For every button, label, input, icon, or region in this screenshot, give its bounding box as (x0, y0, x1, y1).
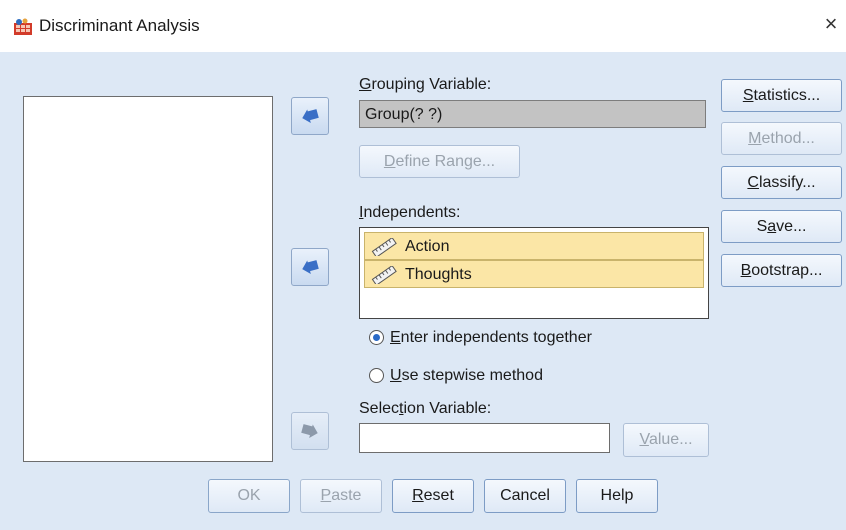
selection-variable-field[interactable] (359, 423, 610, 453)
window-title: Discriminant Analysis (39, 16, 200, 35)
grouping-variable-field[interactable]: Group(? ?) (359, 100, 706, 128)
define-range-button[interactable]: Define Range... (359, 145, 520, 178)
move-to-selection-button[interactable] (291, 412, 329, 450)
list-item-action[interactable]: Action (364, 232, 704, 260)
stepwise-radio[interactable] (369, 368, 384, 383)
source-variable-list[interactable] (23, 96, 273, 462)
statistics-button[interactable]: Statistics... (721, 79, 842, 112)
stepwise-label[interactable]: Use stepwise method (390, 366, 543, 386)
list-item-thoughts[interactable]: Thoughts (364, 260, 704, 288)
cancel-button[interactable]: Cancel (484, 479, 566, 513)
spss-app-icon (14, 18, 32, 35)
selection-variable-label: Selection Variable: (359, 400, 492, 417)
reset-button[interactable]: Reset (392, 479, 474, 513)
value-button[interactable]: Value... (623, 423, 709, 457)
arrow-left-icon (302, 260, 319, 274)
help-button[interactable]: Help (576, 479, 658, 513)
arrow-right-icon (301, 424, 318, 438)
bootstrap-button[interactable]: Bootstrap... (721, 254, 842, 287)
enter-together-label[interactable]: Enter independents together (390, 328, 592, 348)
move-to-independents-button[interactable] (291, 248, 329, 286)
enter-together-radio[interactable] (369, 330, 384, 345)
scale-ruler-icon (371, 266, 397, 284)
classify-button[interactable]: Classify... (721, 166, 842, 199)
arrow-left-icon (302, 109, 319, 123)
method-button[interactable]: Method... (721, 122, 842, 155)
independents-label: Independents: (359, 204, 461, 221)
independents-list[interactable]: Action Thoughts (359, 227, 709, 319)
grouping-variable-value: Group(? ?) (365, 106, 443, 123)
close-icon[interactable]: × (820, 13, 842, 35)
dialog-body: Grouping Variable: Group(? ?) Define Ran… (0, 52, 846, 530)
save-button[interactable]: Save... (721, 210, 842, 243)
grouping-variable-label: Grouping Variable: (359, 76, 492, 93)
title-bar: Discriminant Analysis × (0, 0, 846, 52)
list-item-label: Thoughts (405, 266, 472, 283)
scale-ruler-icon (371, 238, 397, 256)
ok-button[interactable]: OK (208, 479, 290, 513)
list-item-label: Action (405, 238, 450, 255)
move-to-grouping-button[interactable] (291, 97, 329, 135)
paste-button[interactable]: Paste (300, 479, 382, 513)
